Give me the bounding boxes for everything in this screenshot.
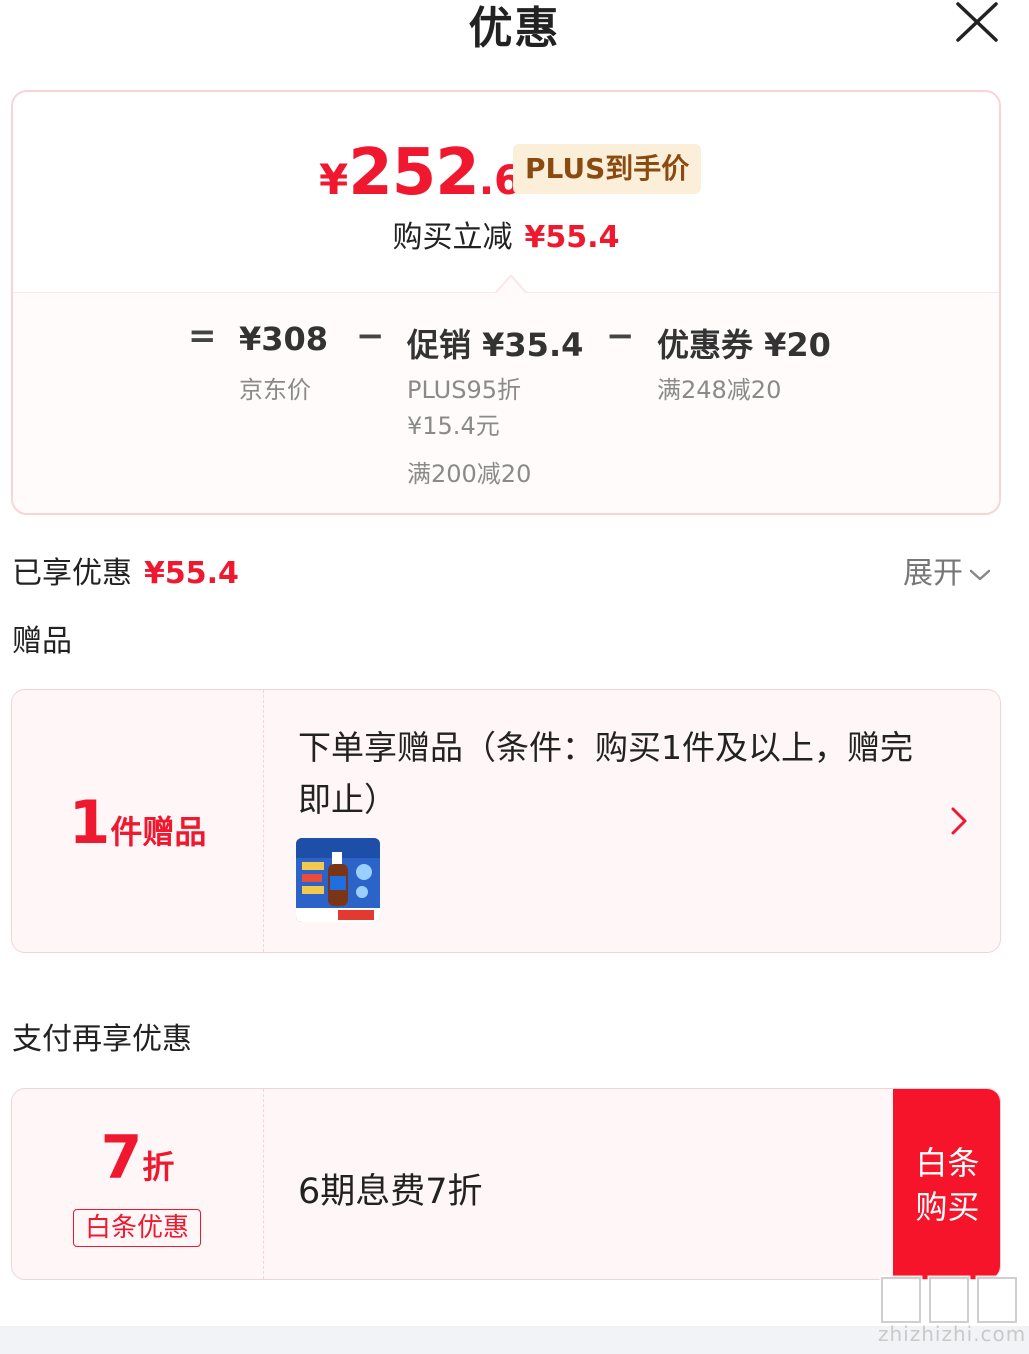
jd-price-label: 京东价 [239, 376, 311, 404]
promotion-detail: PLUS95折 [407, 376, 521, 404]
header: 优惠 [0, 0, 1029, 60]
payment-section-title: 支付再享优惠 [12, 1022, 192, 1057]
gift-description: 下单享赠品（条件：购买1件及以上，赠完即止） [298, 728, 913, 819]
promotion-detail: 满200减20 [407, 460, 532, 488]
promotion-detail: ¥15.4元 [407, 412, 500, 440]
gift-count-unit: 件赠品 [110, 813, 207, 851]
enjoyed-value: ¥55.4 [144, 556, 239, 591]
discount-number: 7 [100, 1123, 143, 1193]
enjoyed-discount: 已享优惠 ¥55.4 [12, 548, 239, 592]
gift-product-thumbnail[interactable] [296, 838, 380, 922]
chevron-right-icon[interactable] [947, 805, 971, 837]
plus-price-badge: PLUS到手价 [513, 144, 702, 194]
price-integer: 252 [348, 136, 480, 210]
jd-price-value: ¥308 [239, 320, 329, 358]
baitiao-offer-tag: 白条优惠 [73, 1209, 201, 1247]
gift-count: 1件赠品 [12, 788, 263, 858]
reduction-label: 购买立减 [392, 220, 513, 255]
buy-button-line1: 白条 [915, 1144, 980, 1182]
gift-count-area: 1件赠品 [12, 690, 264, 952]
gift-card[interactable]: 1件赠品 下单享赠品（条件：购买1件及以上，赠完即止） [11, 689, 1001, 953]
price-currency: ¥ [319, 155, 349, 204]
coupon-detail: 满248减20 [657, 376, 782, 404]
watermark-text: zhizhizhi.com [878, 1322, 1027, 1346]
price-breakdown-card: ¥252.6 PLUS到手价 购买立减 ¥55.4 = ¥308 京东价 − 促销… [11, 90, 1001, 515]
price-formula: = ¥308 京东价 − 促销 ¥35.4 PLUS95折 ¥15.4元 满20… [13, 316, 999, 510]
page-title: 优惠 [468, 3, 561, 54]
expand-button[interactable]: 展开 [903, 548, 991, 592]
bottom-bar [0, 1326, 1029, 1354]
notch-divider-inner [497, 277, 525, 293]
final-price: ¥252.6 [319, 136, 522, 210]
expand-label: 展开 [903, 556, 963, 591]
discount-unit: 折 [142, 1148, 175, 1186]
payment-discount-area: 7折 白条优惠 [12, 1089, 264, 1279]
payment-offer-card: 7折 白条优惠 6期息费7折 白条 购买 [11, 1088, 1001, 1280]
promotion-value: 促销 ¥35.4 [407, 326, 584, 364]
reduction-value: ¥55.4 [524, 220, 620, 255]
minus-sign: − [606, 316, 635, 356]
payment-discount: 7折 [12, 1123, 263, 1193]
chevron-down-icon [969, 569, 991, 580]
close-icon[interactable] [952, 0, 1002, 44]
enjoyed-label: 已享优惠 [12, 556, 132, 591]
gift-section-title: 赠品 [12, 624, 72, 659]
minus-sign: − [356, 316, 385, 356]
buy-button-line2: 购买 [915, 1188, 980, 1226]
price-summary: ¥252.6 PLUS到手价 购买立减 ¥55.4 [13, 92, 999, 292]
purchase-reduction: 购买立减 ¥55.4 [13, 212, 999, 256]
coupon-value: 优惠券 ¥20 [657, 326, 831, 364]
payment-offer-description: 6期息费7折 [298, 1172, 483, 1212]
equals-sign: = [188, 316, 217, 356]
gift-count-number: 1 [68, 788, 111, 858]
baitiao-buy-button[interactable]: 白条 购买 [893, 1089, 1000, 1279]
